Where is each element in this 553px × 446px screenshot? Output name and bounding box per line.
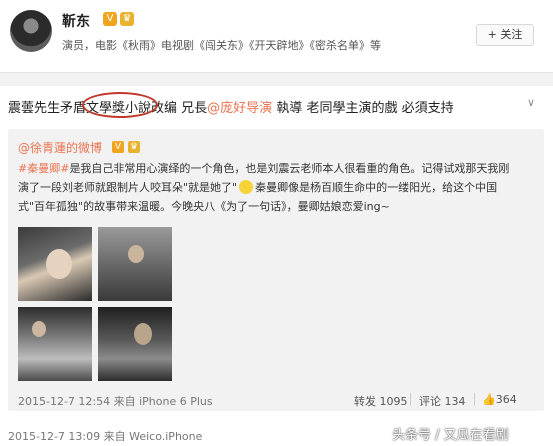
photo-thumbnail-2[interactable] (98, 227, 172, 301)
user-name[interactable]: 靳东 (62, 11, 90, 31)
comment-count-button[interactable]: 评论 134 (419, 393, 466, 409)
repost-line-2-b: 秦曼卿像是杨百顺生命中的一缕阳光，给这个中国 (255, 181, 498, 194)
photo-thumbnail-1[interactable] (18, 227, 92, 301)
user-description: 演员，电影《秋雨》电视剧《闯关东》《开天辟地》《密杀名单》等 (62, 39, 381, 52)
like-count: 364 (495, 393, 517, 406)
crown-badge-icon: ♛ (128, 141, 140, 153)
watermark: 头条号 / 又瓜在看剧 (392, 428, 509, 443)
repost-count-button[interactable]: 转发 1095 (354, 393, 408, 409)
crown-badge-icon: ♛ (120, 12, 134, 26)
repost-card: @徐青蓮的微博 V ♛ #秦曼卿#是我自己非常用心演绎的一个角色，也是刘震云老师… (8, 129, 544, 411)
divider (410, 393, 411, 406)
post-mention-link[interactable]: @庞好导演 (207, 101, 272, 116)
repost-line-2-a: 演了一段刘老师就跟制片人咬耳朵"就是她了" (18, 181, 238, 194)
repost-line-3: 式"百年孤独"的故事带来温暖。今晚央八《为了一句话》，曼卿姑娘恋爱ing~ (18, 200, 390, 213)
repost-line-2: 演了一段刘老师就跟制片人咬耳朵"就是她了" 秦曼卿像是杨百顺生命中的一缕阳光，给这… (18, 180, 497, 196)
avatar[interactable] (10, 10, 52, 52)
divider (474, 393, 475, 406)
post-text-part3: 執導 老同學主演的戲 必須支持 (272, 101, 454, 116)
follow-button[interactable]: + 关注 (476, 24, 534, 46)
photo-thumbnail-4[interactable] (98, 307, 172, 381)
repost-user-link[interactable]: @徐青蓮的微博 (18, 139, 102, 156)
smile-emoji-icon (239, 180, 254, 194)
red-circle-annotation (82, 92, 158, 118)
photo-thumbnail-3[interactable] (18, 307, 92, 381)
chevron-down-icon[interactable]: ∨ (527, 96, 535, 109)
verified-badge-icon: V (112, 141, 124, 153)
thumbs-up-icon: 👍 (482, 393, 496, 406)
post-text-part1: 震蕓先生 (8, 101, 61, 116)
post-timestamp: 2015-12-7 13:09 来自 Weico.iPhone (8, 430, 203, 443)
verified-badge-icon: V (103, 12, 117, 26)
post-text: 震蕓先生矛盾文學獎小說改编 兄長@庞好导演 執導 老同學主演的戲 必須支持 (8, 97, 454, 116)
topic-link[interactable]: #秦曼卿# (18, 162, 69, 175)
like-button[interactable]: 👍364 (482, 393, 517, 406)
repost-line-1: #秦曼卿#是我自己非常用心演绎的一个角色，也是刘震云老师本人很看重的角色。记得试… (18, 161, 509, 177)
repost-timestamp: 2015-12-7 12:54 来自 iPhone 6 Plus (18, 395, 213, 408)
section-divider (0, 72, 553, 86)
repost-line-1-text: 是我自己非常用心演绎的一个角色，也是刘震云老师本人很看重的角色。记得试戏那天我刚 (69, 162, 510, 175)
